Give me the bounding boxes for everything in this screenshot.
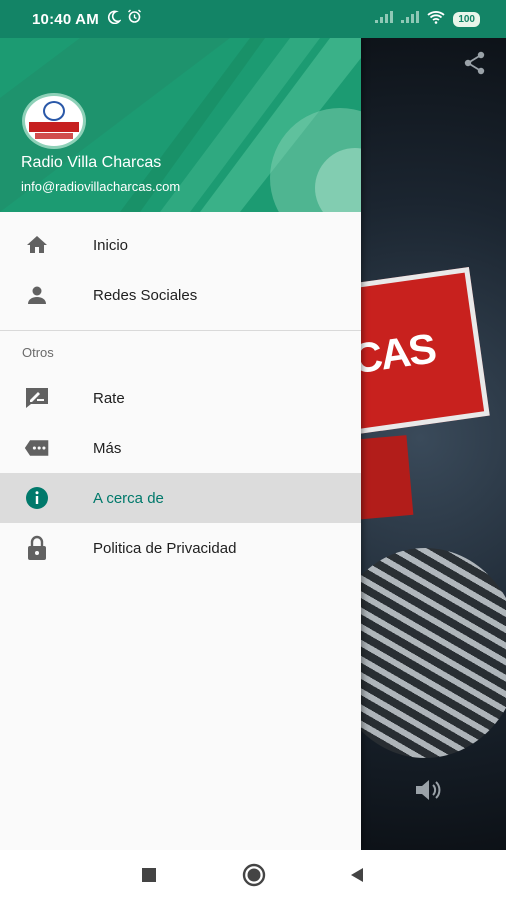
menu-item-inicio[interactable]: Inicio xyxy=(0,220,361,270)
menu-item-label: Politica de Privacidad xyxy=(93,539,237,557)
menu-item-rate[interactable]: Rate xyxy=(0,373,361,423)
lock-icon xyxy=(24,535,50,561)
status-bar: 10:40 AM 100 xyxy=(0,0,506,38)
rate-review-icon xyxy=(24,385,50,411)
menu-item-politica-de-privacidad[interactable]: Politica de Privacidad xyxy=(0,523,361,573)
section-label-otros: Otros xyxy=(22,344,54,360)
home-icon xyxy=(24,232,50,258)
header-email: info@radiovillacharcas.com xyxy=(21,179,181,194)
signal-icon xyxy=(375,10,394,28)
menu-item-label: Rate xyxy=(93,389,125,407)
menu-item-mas[interactable]: Más xyxy=(0,423,361,473)
menu-item-label: A cerca de xyxy=(93,489,164,507)
alarm-icon xyxy=(127,9,142,29)
battery-indicator: 100 xyxy=(453,11,480,27)
square-icon xyxy=(142,868,156,882)
share-icon[interactable] xyxy=(462,50,488,81)
home-button[interactable] xyxy=(234,850,274,900)
recents-button[interactable] xyxy=(129,850,169,900)
volume-icon[interactable] xyxy=(414,778,442,807)
person-icon xyxy=(24,282,50,308)
wifi-icon xyxy=(427,10,445,29)
signal-icon-2 xyxy=(401,10,420,28)
system-navigation-bar xyxy=(0,850,506,900)
back-triangle-icon xyxy=(351,868,363,882)
status-time: 10:40 AM xyxy=(32,10,99,28)
menu-item-redes-sociales[interactable]: Redes Sociales xyxy=(0,270,361,320)
menu-item-label: Más xyxy=(93,439,122,457)
menu-item-label: Redes Sociales xyxy=(93,286,198,304)
more-icon xyxy=(24,435,50,461)
drawer-header: Radio Villa Charcas info@radiovillacharc… xyxy=(0,38,361,212)
circle-icon xyxy=(242,863,266,887)
moon-icon xyxy=(107,10,122,29)
drawer-menu: Inicio Redes Sociales Otros Rate Más A c… xyxy=(0,212,361,573)
header-app-name: Radio Villa Charcas xyxy=(21,154,162,171)
menu-item-a-cerca-de[interactable]: A cerca de xyxy=(0,473,361,523)
menu-item-label: Inicio xyxy=(93,236,129,254)
back-button[interactable] xyxy=(337,850,377,900)
navigation-drawer: Radio Villa Charcas info@radiovillacharc… xyxy=(0,38,361,850)
station-logo xyxy=(22,93,86,149)
info-icon xyxy=(24,485,50,511)
